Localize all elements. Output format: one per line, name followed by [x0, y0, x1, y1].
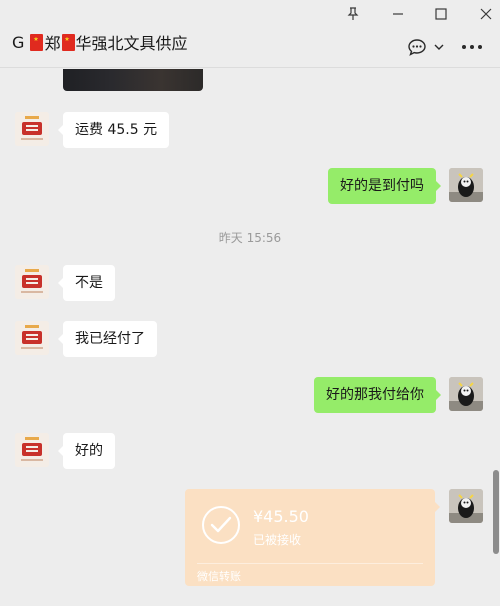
more-icon[interactable]: [460, 36, 484, 58]
self-avatar[interactable]: [449, 377, 483, 411]
message-bubble[interactable]: 好的是到付吗: [328, 168, 441, 204]
contact-avatar[interactable]: [15, 433, 49, 467]
message-bubble[interactable]: 好的: [58, 433, 115, 469]
message-bubble[interactable]: 不是: [58, 265, 115, 301]
transfer-status: 已被接收: [253, 533, 302, 547]
pin-icon[interactable]: [341, 4, 365, 24]
transfer-card[interactable]: ¥45.50 已被接收 微信转账: [185, 489, 440, 586]
message-bubble[interactable]: 我已经付了: [58, 321, 157, 357]
chat-title: G 郑 华强北文具供应: [12, 30, 188, 54]
message-bubble[interactable]: 运费 45.5 元: [57, 112, 170, 148]
message-bubble[interactable]: 好的那我付给你: [314, 377, 441, 413]
check-circle-icon: [201, 505, 241, 545]
divider: [197, 563, 423, 564]
close-icon[interactable]: [474, 4, 498, 24]
contact-avatar[interactable]: [15, 112, 49, 146]
chat-bubble-icon[interactable]: [406, 36, 428, 58]
title-name: 郑: [44, 34, 61, 53]
image-message[interactable]: [63, 69, 203, 91]
title-prefix: G: [12, 32, 30, 52]
chevron-down-icon[interactable]: [432, 36, 446, 58]
scrollbar[interactable]: [493, 470, 499, 554]
maximize-icon[interactable]: [429, 4, 453, 24]
transfer-amount: ¥45.50: [253, 507, 309, 526]
title-suffix: 华强北文具供应: [75, 34, 188, 53]
contact-avatar[interactable]: [15, 265, 49, 299]
chat-messages[interactable]: 运费 45.5 元 好的是到付吗 昨天 15:56 不是 我已经付了 好的那我付…: [0, 69, 500, 606]
timestamp: 昨天 15:56: [218, 231, 282, 245]
transfer-label: 微信转账: [197, 570, 241, 583]
china-flag-icon: [30, 33, 44, 51]
china-flag-icon: [61, 33, 75, 51]
contact-avatar[interactable]: [15, 321, 49, 355]
title-bar: G 郑 华强北文具供应: [0, 0, 500, 68]
self-avatar[interactable]: [449, 489, 483, 523]
minimize-icon[interactable]: [386, 4, 410, 24]
self-avatar[interactable]: [449, 168, 483, 202]
